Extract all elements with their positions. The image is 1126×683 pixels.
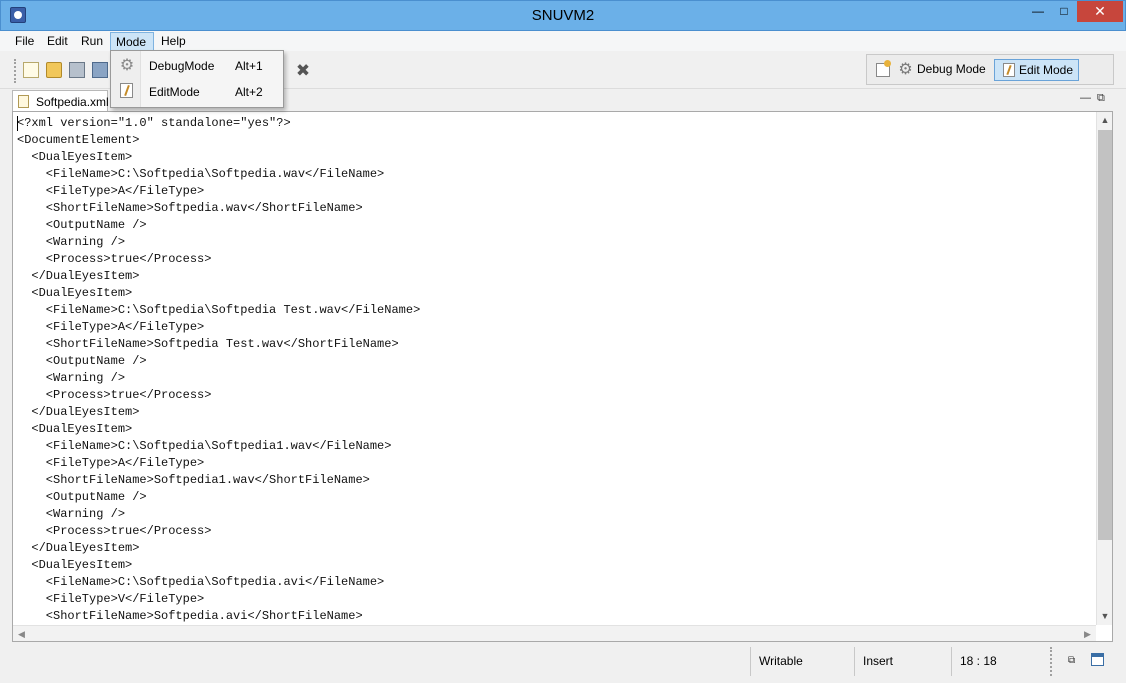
menu-bar: File Edit Run Mode Help [0,31,1126,51]
menu-help[interactable]: Help [155,32,192,51]
scroll-down-icon[interactable]: ▼ [1097,608,1112,625]
edit-mode-button[interactable]: Edit Mode [994,59,1079,81]
code-line[interactable]: <OutputName /> [17,489,420,506]
panel-restore-icon[interactable]: ⧉ [1097,92,1105,105]
toolbar-grip[interactable] [14,59,17,83]
code-line[interactable]: <DualEyesItem> [17,421,420,438]
text-caret [17,116,18,131]
code-line[interactable]: <Warning /> [17,370,420,387]
menu-mode[interactable]: Mode [110,32,154,51]
code-line[interactable]: <ShortFileName>Softpedia.wav</ShortFileN… [17,200,420,217]
code-line[interactable]: <DualEyesItem> [17,285,420,302]
code-line[interactable]: <ShortFileName>Softpedia.avi</ShortFileN… [17,608,420,625]
status-writable: Writable [750,647,854,676]
title-bar: SNUVM2 — □ ✕ [0,0,1126,31]
gear-icon: ⚙ [898,61,913,78]
menu-item-shortcut: Alt+1 [235,59,263,73]
code-line[interactable]: <FileType>A</FileType> [17,455,420,472]
save-as-icon[interactable] [92,62,108,78]
menu-item-edit-mode[interactable]: EditMode Alt+2 [111,79,283,105]
code-line[interactable]: <OutputName /> [17,217,420,234]
code-line[interactable]: <Warning /> [17,234,420,251]
save-icon[interactable] [69,62,85,78]
mode-switch-panel: ⚙ Debug Mode Edit Mode [866,54,1114,85]
code-line[interactable]: <ShortFileName>Softpedia1.wav</ShortFile… [17,472,420,489]
code-editor[interactable]: <?xml version="1.0" standalone="yes"?> <D… [12,111,1113,642]
code-line[interactable]: <DualEyesItem> [17,557,420,574]
debug-mode-button[interactable]: Debug Mode [917,62,986,76]
edit-icon [1003,63,1015,77]
code-line[interactable]: <Warning /> [17,506,420,523]
tab-softpedia-xml[interactable]: Softpedia.xml [12,90,109,111]
code-line[interactable]: <?xml version="1.0" standalone="yes"?> [17,115,420,132]
code-line[interactable]: </DualEyesItem> [17,540,420,557]
minimize-button[interactable]: — [1025,1,1051,22]
scroll-up-icon[interactable]: ▲ [1097,112,1112,129]
tab-label: Softpedia.xml [36,95,109,109]
code-line[interactable]: <Process>true</Process> [17,251,420,268]
status-cursor-position: 18 : 18 [951,647,1049,676]
restore-window-icon[interactable]: ⧉ [1068,655,1075,666]
menu-item-label: DebugMode [149,59,215,73]
code-line[interactable]: <Process>true</Process> [17,387,420,404]
scroll-left-icon[interactable]: ◀ [13,626,30,641]
panel-minimize-icon[interactable]: — [1080,92,1091,104]
new-file-icon[interactable] [23,62,39,78]
code-line[interactable]: <Process>true</Process> [17,523,420,540]
window-title: SNUVM2 [531,7,595,24]
code-line[interactable]: <FileType>A</FileType> [17,183,420,200]
mode-dropdown-menu: ⚙ DebugMode Alt+1 EditMode Alt+2 [110,50,284,108]
menu-file[interactable]: File [9,32,40,51]
maximize-button[interactable]: □ [1051,1,1077,22]
menu-item-label: EditMode [149,85,200,99]
tool-icon[interactable]: ✖ [294,62,312,80]
status-insert-mode: Insert [854,647,951,676]
code-line[interactable]: <FileType>V</FileType> [17,591,420,608]
code-line[interactable]: <FileType>A</FileType> [17,319,420,336]
code-line[interactable]: <FileName>C:\Softpedia\Softpedia1.wav</F… [17,438,420,455]
mode-options-icon[interactable] [876,60,891,77]
vertical-scroll-thumb[interactable] [1098,130,1112,540]
menu-item-shortcut: Alt+2 [235,85,263,99]
code-line[interactable]: <OutputName /> [17,353,420,370]
code-line[interactable]: <FileName>C:\Softpedia\Softpedia.wav</Fi… [17,166,420,183]
code-line[interactable]: </DualEyesItem> [17,268,420,285]
open-folder-icon[interactable] [46,62,62,78]
status-bar: Writable Insert 18 : 18 ⧉ [0,645,1126,683]
code-line[interactable]: <DualEyesItem> [17,149,420,166]
close-button[interactable]: ✕ [1077,1,1123,22]
code-line[interactable]: <ShortFileName>Softpedia Test.wav</Short… [17,336,420,353]
code-text[interactable]: <?xml version="1.0" standalone="yes"?> <D… [17,115,420,625]
code-line[interactable]: </DualEyesItem> [17,404,420,421]
code-line[interactable]: <DocumentElement> [17,132,420,149]
code-line[interactable]: <FileName>C:\Softpedia\Softpedia Test.wa… [17,302,420,319]
xml-file-icon [18,95,29,108]
gear-icon: ⚙ [119,57,135,74]
edit-icon [120,83,133,98]
scroll-right-icon[interactable]: ▶ [1079,626,1096,641]
vertical-scrollbar[interactable]: ▲ ▼ [1096,112,1112,625]
edit-mode-label: Edit Mode [1019,63,1074,77]
status-grip [1050,647,1058,676]
menu-item-debug-mode[interactable]: ⚙ DebugMode Alt+1 [111,53,283,79]
menu-edit[interactable]: Edit [41,32,74,51]
window-icon[interactable] [1091,653,1104,666]
code-line[interactable]: <FileName>C:\Softpedia\Softpedia.avi</Fi… [17,574,420,591]
menu-run[interactable]: Run [75,32,109,51]
horizontal-scrollbar[interactable]: ◀ ▶ [13,625,1096,641]
